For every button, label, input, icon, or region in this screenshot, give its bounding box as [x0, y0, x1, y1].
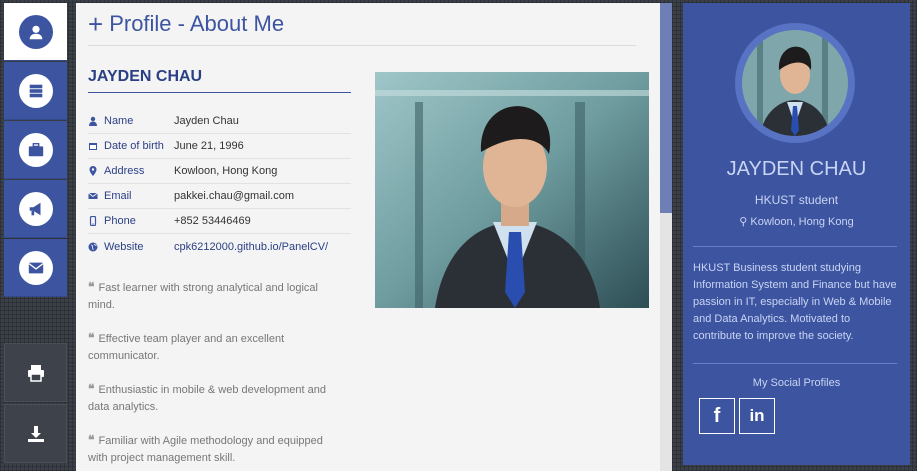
info-value: +852 53446469 — [174, 215, 251, 227]
info-row-website: Website cpk6212000.github.io/PanelCV/ — [88, 234, 351, 259]
info-row-name: Name Jayden Chau — [88, 109, 351, 134]
highlight-item: ❝ Enthusiastic in mobile & web developmen… — [88, 382, 326, 413]
map-marker-icon: ⚲ — [739, 216, 751, 228]
quote-icon: ❝ — [88, 433, 95, 447]
scrollbar-thumb[interactable] — [660, 3, 672, 213]
info-label: Phone — [104, 215, 136, 227]
info-label: Name — [104, 115, 134, 127]
info-row-email: Email pakkei.chau@gmail.com — [88, 184, 351, 209]
social-links: f in — [699, 398, 775, 434]
info-row-phone: Phone +852 53446469 — [88, 209, 351, 234]
mobile-icon — [88, 216, 104, 226]
info-table: Name Jayden Chau Date of birth June 21, … — [88, 109, 351, 259]
envelope-icon — [88, 191, 104, 201]
nav-contact-button[interactable] — [4, 239, 67, 297]
profile-name-heading: JAYDEN CHAU — [88, 68, 351, 93]
linkedin-icon[interactable]: in — [739, 398, 775, 434]
tool-nav — [4, 343, 67, 465]
nav-news-button[interactable] — [4, 180, 67, 238]
profile-photo — [375, 72, 649, 308]
highlights-list: ❝ Fast learner with strong analytical and… — [88, 279, 343, 471]
page-title: + Profile - About Me — [88, 11, 636, 46]
sidebar-name: JAYDEN CHAU — [726, 158, 867, 180]
divider — [693, 363, 897, 364]
left-nav — [4, 3, 67, 298]
briefcase-icon — [18, 132, 53, 167]
download-icon — [27, 425, 44, 442]
highlight-item: ❝ Effective team player and an excellent … — [88, 331, 285, 362]
download-button[interactable] — [4, 404, 67, 463]
sidebar-role: HKUST student — [754, 193, 839, 207]
print-button[interactable] — [4, 343, 67, 402]
info-value: Jayden Chau — [174, 115, 239, 127]
info-label: Website — [104, 240, 144, 253]
info-value: Kowloon, Hong Kong — [174, 165, 278, 177]
sidebar-bio: HKUST Business student studying Informat… — [693, 262, 897, 342]
info-value: pakkei.chau@gmail.com — [174, 190, 294, 202]
quote-icon: ❝ — [88, 382, 95, 396]
user-icon — [88, 116, 104, 126]
divider — [693, 246, 897, 247]
info-row-address: Address Kowloon, Hong Kong — [88, 159, 351, 184]
info-label: Date of birth — [104, 140, 164, 152]
profile-sidebar: JAYDEN CHAU HKUST student ⚲ Kowloon, Hon… — [683, 3, 910, 465]
info-label: Address — [104, 165, 145, 177]
globe-icon — [88, 242, 104, 252]
sidebar-location: ⚲ Kowloon, Hong Kong — [739, 216, 854, 228]
nav-experience-button[interactable] — [4, 62, 67, 120]
highlight-item: ❝ Fast learner with strong analytical and… — [88, 280, 318, 311]
info-row-dob: Date of birth June 21, 1996 — [88, 134, 351, 159]
quote-icon: ❝ — [88, 280, 95, 294]
social-title: My Social Profiles — [752, 377, 841, 389]
info-label: Email — [104, 190, 132, 202]
calendar-icon — [88, 141, 104, 151]
plus-icon: + — [88, 9, 104, 39]
nav-about-button[interactable] — [4, 3, 67, 61]
avatar — [735, 23, 855, 143]
main-scrollbar[interactable] — [660, 3, 672, 471]
website-link[interactable]: cpk6212000.github.io/PanelCV/ — [174, 241, 351, 253]
map-marker-icon — [88, 166, 104, 176]
highlight-item: ❝ Familiar with Agile methodology and equ… — [88, 433, 323, 464]
main-panel: + Profile - About Me JAYDEN CHAU Name Ja… — [76, 3, 660, 471]
facebook-icon[interactable]: f — [699, 398, 735, 434]
envelope-icon — [18, 250, 53, 285]
user-icon — [18, 14, 53, 49]
page-title-text: Profile - About Me — [109, 11, 285, 36]
info-value: June 21, 1996 — [174, 140, 244, 152]
megaphone-icon — [18, 191, 53, 226]
server-icon — [18, 73, 53, 108]
nav-portfolio-button[interactable] — [4, 121, 67, 179]
quote-icon: ❝ — [88, 331, 95, 345]
print-icon — [27, 364, 44, 382]
